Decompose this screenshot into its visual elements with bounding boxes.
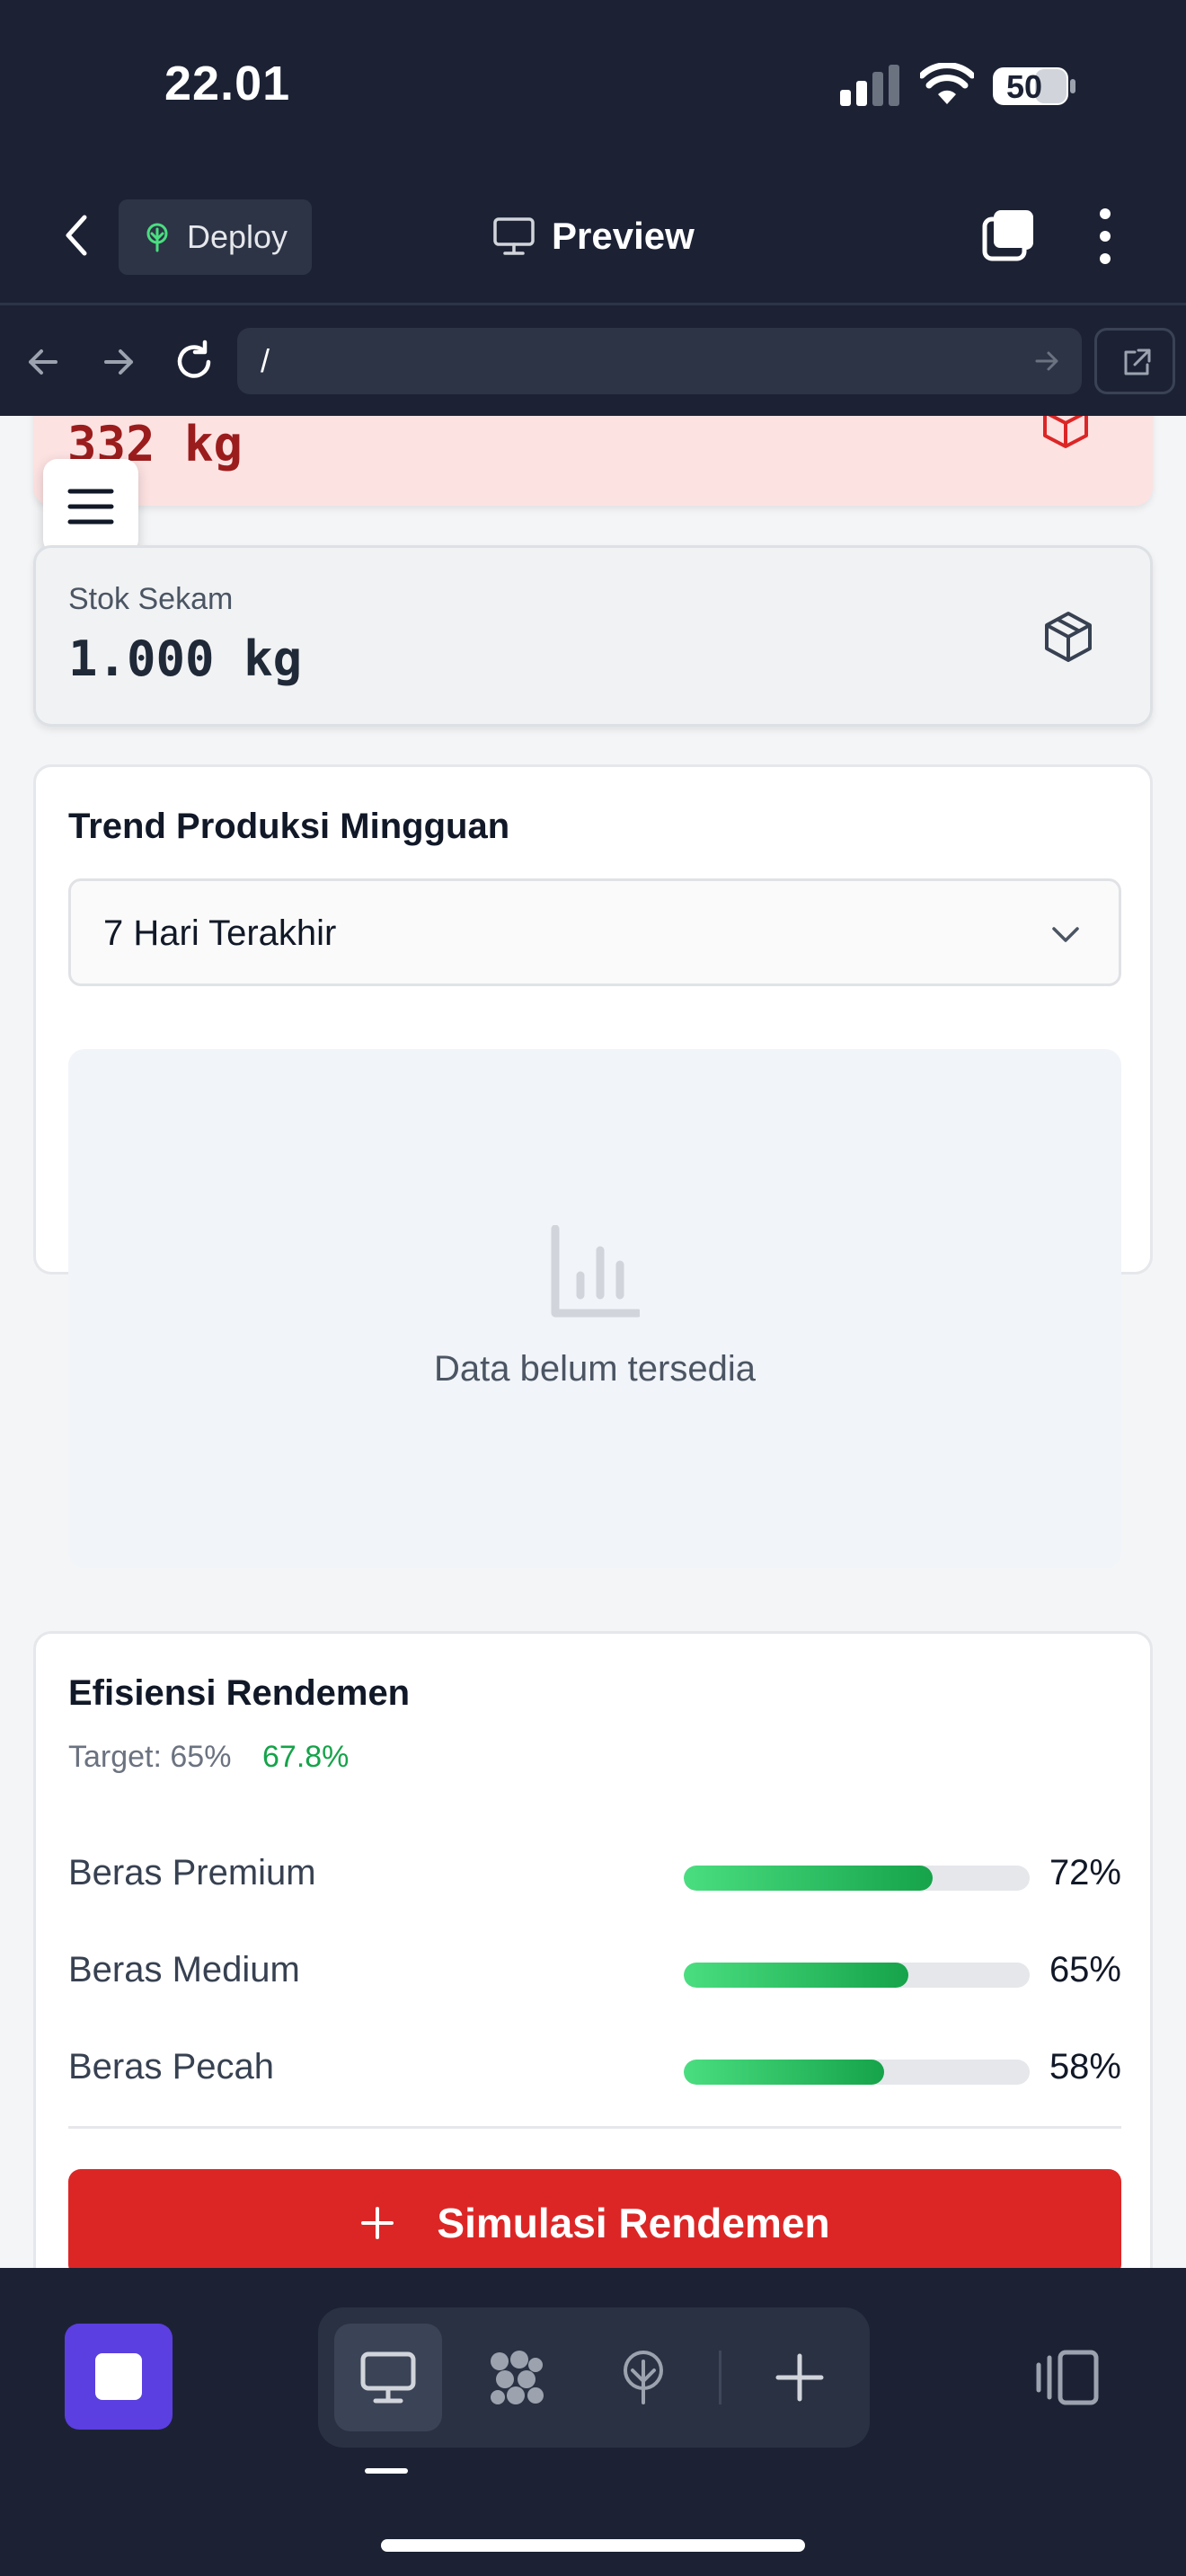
rendemen-row-percent: 58%	[1049, 2047, 1121, 2086]
signal-icon	[840, 65, 899, 106]
deploy-icon	[146, 223, 168, 252]
open-external-button[interactable]	[1094, 328, 1175, 394]
preview-title: Preview	[492, 205, 695, 268]
rendemen-progress-bar	[684, 2060, 1030, 2085]
range-selected-value: 7 Hari Terakhir	[103, 913, 337, 953]
status-bar: 22.01 50	[0, 0, 1186, 171]
rendemen-row-percent: 72%	[1049, 1853, 1121, 1892]
stock-label: Stok Sekam	[68, 582, 234, 616]
reload-icon[interactable]	[169, 337, 219, 387]
rendemen-title: Efisiensi Rendemen	[68, 1673, 411, 1713]
plus-icon	[775, 2353, 824, 2402]
simulasi-rendemen-button[interactable]: Simulasi Rendemen	[68, 2169, 1121, 2268]
status-time: 22.01	[164, 57, 291, 110]
rendemen-progress-fill	[684, 2060, 885, 2085]
deploy-label: Deploy	[187, 218, 288, 255]
web-content: 332 kg Stok Sekam 1.000 kg Trend Produks…	[0, 416, 1186, 2268]
deploy-button[interactable]: Deploy	[119, 199, 312, 275]
box-icon	[1043, 416, 1088, 448]
kebab-icon[interactable]	[1087, 205, 1123, 268]
hamburger-icon	[67, 489, 114, 525]
preview-label: Preview	[552, 215, 695, 257]
stop-square-icon	[95, 2353, 142, 2400]
rendemen-progress-fill	[684, 1963, 909, 1988]
tabs-icon[interactable]	[979, 207, 1039, 266]
chart-empty-state: Data belum tersedia	[68, 1049, 1121, 1568]
rendemen-row: Beras Pecah 58%	[68, 2040, 1121, 2094]
tool-group	[318, 2307, 870, 2448]
external-link-icon	[1124, 348, 1151, 375]
rendemen-card: Efisiensi Rendemen Target: 65% 67.8% Ber…	[33, 1631, 1153, 2268]
empty-state-message: Data belum tersedia	[434, 1349, 756, 1389]
monitor-icon	[493, 217, 535, 255]
wifi-icon	[920, 63, 974, 104]
arrow-left-icon[interactable]	[18, 337, 68, 387]
url-input[interactable]: /	[237, 328, 1082, 394]
rendemen-progress-fill	[684, 1866, 934, 1891]
app-icon-button[interactable]	[65, 2324, 173, 2430]
rendemen-row-name: Beras Pecah	[68, 2047, 275, 2086]
home-indicator	[381, 2539, 805, 2552]
rendemen-progress-bar	[684, 1963, 1030, 1988]
bottom-toolbar	[0, 2268, 1186, 2576]
deploy-tree-icon	[624, 2351, 663, 2404]
box-icon	[1045, 612, 1092, 662]
battery-indicator: 50	[992, 66, 1076, 106]
url-bar: /	[0, 308, 1186, 416]
deploy-tool-button[interactable]	[589, 2324, 697, 2431]
sidebar-toggle-icon[interactable]	[1035, 2349, 1100, 2406]
chevron-down-icon	[1052, 927, 1079, 942]
back-icon[interactable]	[54, 208, 99, 262]
simulasi-button-label: Simulasi Rendemen	[437, 2200, 830, 2246]
rendemen-row-percent: 65%	[1049, 1950, 1121, 1989]
stock-value: 1.000 kg	[68, 631, 303, 687]
add-tool-button[interactable]	[746, 2324, 854, 2431]
stock-card-sekam: Stok Sekam 1.000 kg	[33, 545, 1153, 727]
preview-tool-button[interactable]	[334, 2324, 442, 2431]
url-text: /	[261, 342, 270, 379]
range-select[interactable]: 7 Hari Terakhir	[68, 878, 1121, 986]
workspace-tool-button[interactable]	[462, 2324, 570, 2431]
bar-chart-icon	[551, 1225, 640, 1318]
monitor-icon	[360, 2351, 416, 2404]
grid-icon	[491, 2351, 544, 2404]
rendemen-row-name: Beras Medium	[68, 1950, 300, 1989]
rendemen-target: Target: 65%	[68, 1740, 232, 1774]
stock-card-alert: 332 kg	[33, 416, 1153, 506]
plus-icon	[361, 2207, 394, 2239]
active-tab-indicator	[365, 2468, 408, 2474]
rendemen-row: Beras Medium 65%	[68, 1943, 1121, 1997]
rendemen-row-name: Beras Premium	[68, 1853, 316, 1892]
app-header: Deploy Preview	[0, 171, 1186, 305]
rendemen-progress-bar	[684, 1866, 1030, 1891]
toolbar-separator	[719, 2351, 721, 2404]
trend-card: Trend Produksi Mingguan 7 Hari Terakhir …	[33, 764, 1153, 1568]
rendemen-actual: 67.8%	[262, 1740, 350, 1774]
arrow-right-icon[interactable]	[93, 337, 144, 387]
battery-level: 50	[1006, 68, 1043, 105]
go-arrow-icon[interactable]	[1031, 346, 1062, 376]
rendemen-row: Beras Premium 72%	[68, 1846, 1121, 1900]
divider	[68, 2126, 1121, 2129]
hamburger-menu-button[interactable]	[43, 459, 138, 554]
trend-title: Trend Produksi Mingguan	[68, 807, 510, 846]
